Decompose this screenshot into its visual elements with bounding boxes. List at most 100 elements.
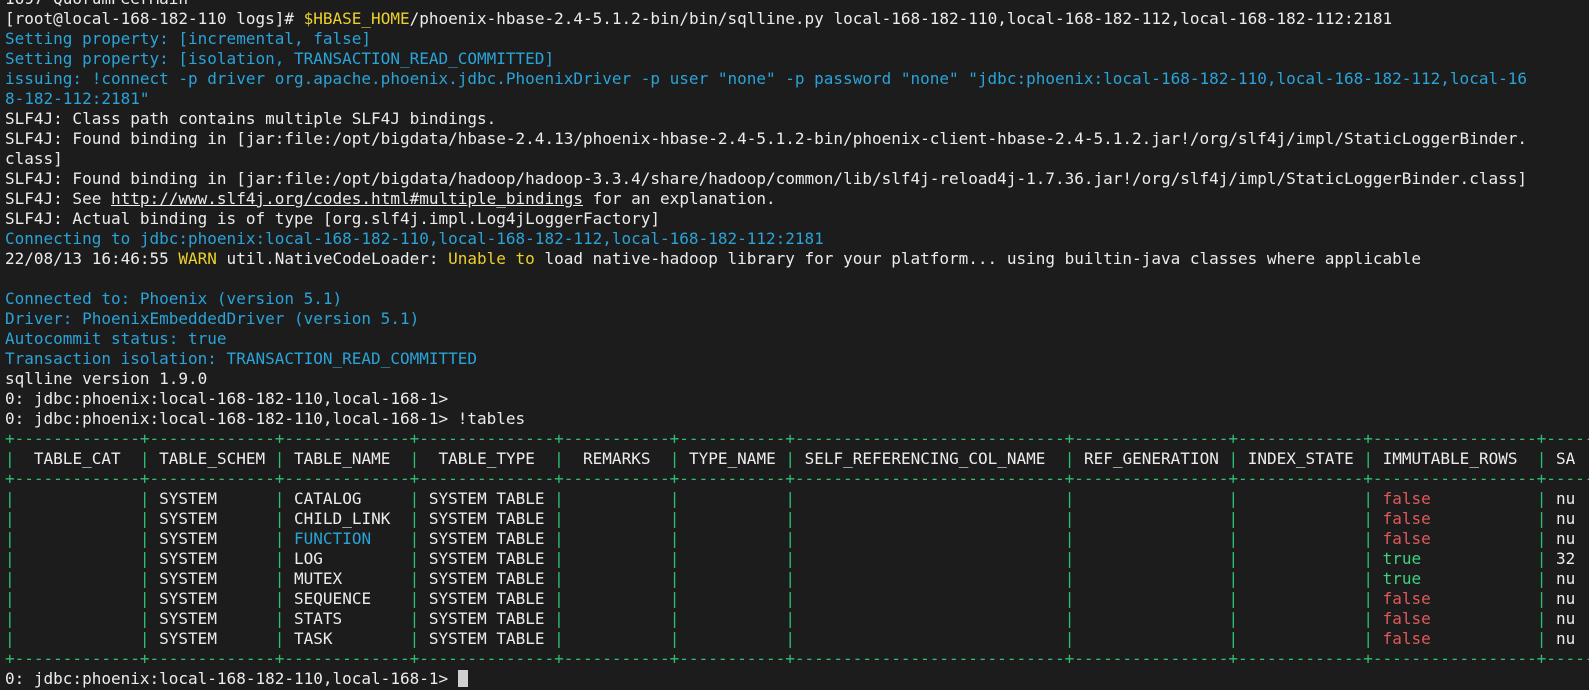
table-border: | [554, 589, 564, 608]
table-border: | [554, 509, 564, 528]
slf4j-see-suffix: for an explanation. [582, 189, 776, 208]
warn-message: load native-hadoop library for your plat… [534, 249, 1422, 268]
table-border: | [669, 529, 680, 548]
table-border: | [409, 569, 420, 588]
column-header: TABLE_NAME [284, 449, 410, 468]
table-border: | [1064, 629, 1075, 648]
env-variable: $HBASE_HOME [303, 9, 410, 28]
table-cell: SYSTEM TABLE [419, 549, 555, 568]
table-border: | [409, 489, 420, 508]
table-row: | | SYSTEM | STATS | SYSTEM TABLE | | | … [5, 609, 1589, 629]
table-header-row: | TABLE_CAT | TABLE_SCHEM | TABLE_NAME |… [5, 449, 1589, 469]
terminal-window[interactable]: 1697 QuorumPeerMain [root@local-168-182-… [0, 0, 1589, 690]
table-cell [1074, 549, 1228, 568]
table-border: | [1363, 449, 1373, 468]
table-cell [15, 509, 140, 528]
table-cell [795, 509, 1065, 528]
table-cell [679, 569, 785, 588]
table-border: | [785, 549, 795, 568]
connecting-line: Connecting to jdbc:phoenix:local-168-182… [5, 229, 824, 248]
table-border: | [669, 609, 680, 628]
table-cell: nu [1556, 489, 1576, 508]
table-cell: CATALOG [284, 489, 410, 508]
table-border: | [1363, 529, 1373, 548]
table-cell [1238, 549, 1363, 568]
table-border: | [554, 629, 564, 648]
table-border: | [1536, 549, 1547, 568]
table-border: | [5, 509, 15, 528]
column-header: TABLE_TYPE [419, 449, 555, 468]
table-border: | [785, 529, 795, 548]
table-cell: nu [1556, 629, 1576, 648]
table-cell: SYSTEM [149, 609, 275, 628]
table-border: | [669, 509, 680, 528]
table-border: | [5, 609, 15, 628]
setting-line: Setting property: [incremental, false] [5, 29, 372, 48]
warn-level: WARN [178, 249, 217, 268]
block-cursor-icon[interactable] [457, 670, 468, 687]
table-cell: true [1372, 569, 1537, 588]
slf4j-link[interactable]: http://www.slf4j.org/codes.html#multiple… [111, 189, 583, 208]
table-cell: SYSTEM [149, 529, 275, 548]
table-border: | [554, 549, 564, 568]
table-border: | [1064, 509, 1075, 528]
table-cell [795, 569, 1065, 588]
table-border: | [1363, 489, 1373, 508]
table-cell [795, 629, 1065, 648]
table-cell [1238, 589, 1363, 608]
table-border: | [274, 549, 285, 568]
table-cell: nu [1556, 529, 1576, 548]
table-border: | [785, 629, 795, 648]
table-border: | [1536, 489, 1547, 508]
table-border: | [139, 629, 150, 648]
sql-prompt-line: 0: jdbc:phoenix:local-168-182-110,local-… [5, 389, 458, 408]
table-border: | [5, 629, 15, 648]
table-cell: SYSTEM TABLE [419, 569, 555, 588]
table-border: | [274, 489, 285, 508]
table-cell: nu [1556, 569, 1576, 588]
warn-line: 22/08/13 16:46:55 WARN util.NativeCodeLo… [5, 249, 1589, 269]
issuing-line-wrap: 8-182-112:2181" [5, 89, 150, 108]
table-cell: SYSTEM [149, 629, 275, 648]
table-border: | [554, 569, 564, 588]
table-border: | [1363, 549, 1373, 568]
table-cell [1238, 489, 1363, 508]
table-cell: false [1372, 589, 1537, 608]
table-border: | [274, 509, 285, 528]
table-cell: true [1372, 549, 1537, 568]
table-border: | [1363, 569, 1373, 588]
result-table: +-------------+-------------+-----------… [5, 429, 1589, 669]
table-border: | [1363, 629, 1373, 648]
slf4j-line: SLF4J: Actual binding is of type [org.sl… [5, 209, 661, 228]
column-header: TYPE_NAME [679, 449, 786, 468]
table-border: | [1228, 609, 1239, 628]
table-cell [679, 489, 785, 508]
table-border: | [1064, 609, 1075, 628]
table-border: | [409, 509, 420, 528]
table-cell [795, 489, 1065, 508]
table-border: | [274, 629, 285, 648]
tables-command: !tables [457, 409, 526, 428]
table-border: | [669, 449, 680, 468]
table-border: | [1536, 629, 1547, 648]
table-border: | [5, 449, 15, 468]
table-cell: SYSTEM [149, 489, 275, 508]
table-cell [679, 509, 785, 528]
sql-command-line: 0: jdbc:phoenix:local-168-182-110,local-… [5, 409, 1589, 429]
table-cell [564, 549, 670, 568]
table-cell: SYSTEM TABLE [419, 629, 555, 648]
table-cell: SYSTEM [149, 509, 275, 528]
table-cell [1074, 569, 1228, 588]
table-cell [15, 629, 140, 648]
table-row: | | SYSTEM | SEQUENCE | SYSTEM TABLE | |… [5, 589, 1589, 609]
table-row: | | SYSTEM | LOG | SYSTEM TABLE | | | | … [5, 549, 1589, 569]
table-border: | [785, 609, 795, 628]
active-prompt-line[interactable]: 0: jdbc:phoenix:local-168-182-110,local-… [5, 669, 1589, 689]
table-border: | [1363, 589, 1373, 608]
table-border: | [274, 529, 285, 548]
driver-line: Driver: PhoenixEmbeddedDriver (version 5… [5, 309, 420, 328]
table-cell: SYSTEM TABLE [419, 529, 555, 548]
slf4j-see-prefix: SLF4J: See [5, 189, 111, 208]
table-cell [795, 589, 1065, 608]
table-border: | [5, 549, 15, 568]
